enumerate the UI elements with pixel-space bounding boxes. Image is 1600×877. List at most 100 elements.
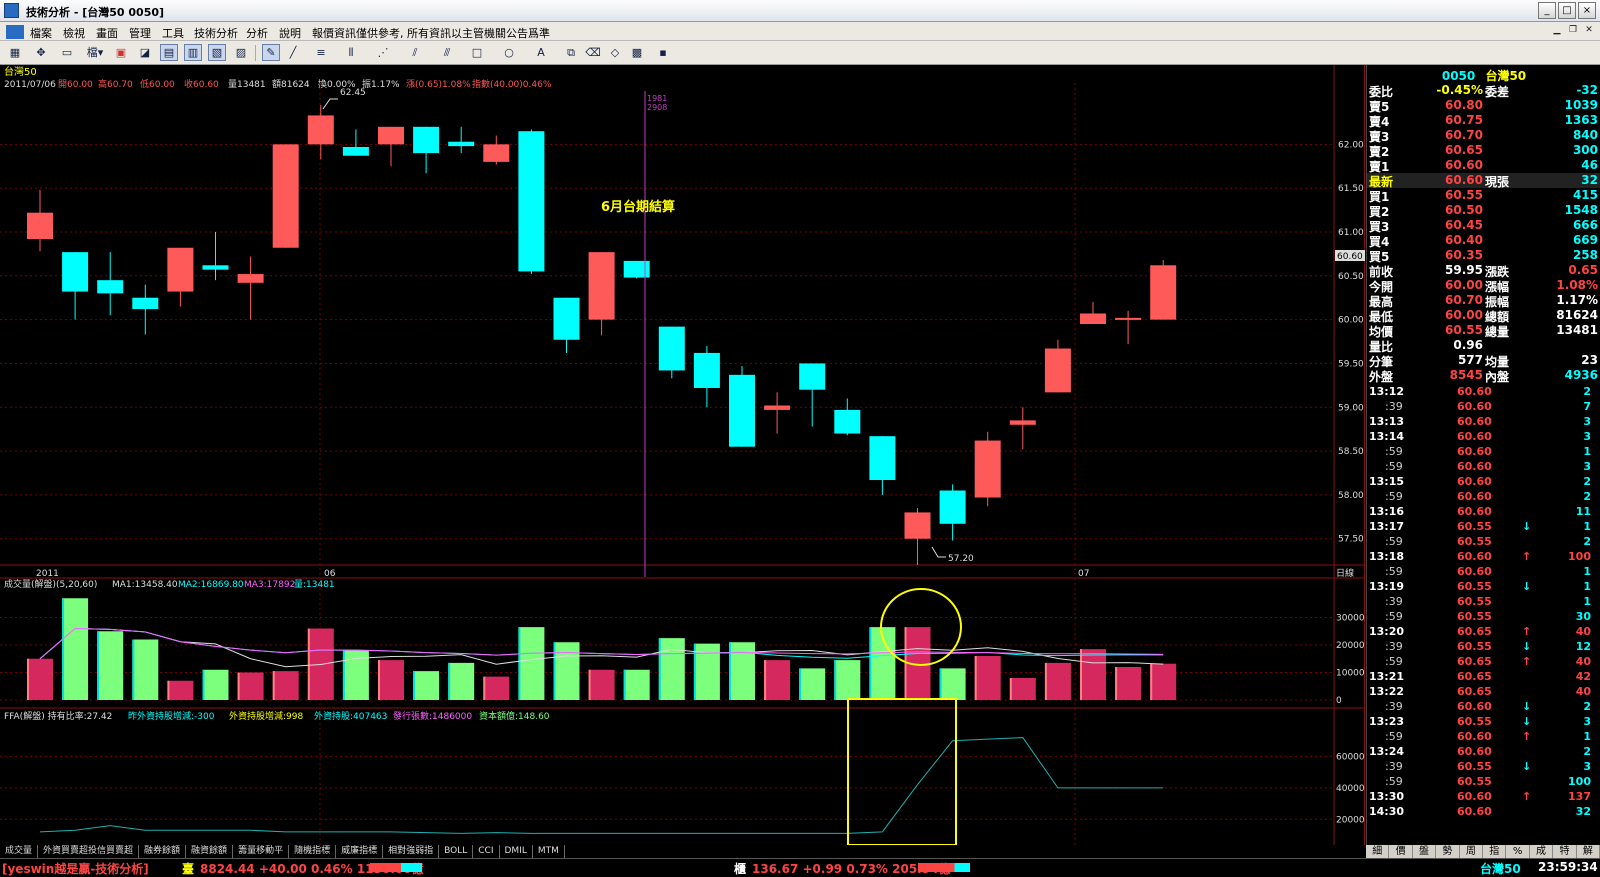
indicator-tab[interactable]: 成交量 <box>0 845 39 858</box>
line-tool-icon[interactable]: ╱ <box>284 44 302 61</box>
quote-row: 賣4 60.75 1363 <box>1367 113 1600 129</box>
rectangle-tool-icon[interactable]: □ <box>468 44 486 61</box>
info-chg: 漲(0.65)1.08% <box>406 79 471 90</box>
indicator-tab[interactable]: 隨機指標 <box>289 845 337 858</box>
quote-tab[interactable]: 盤 <box>1413 845 1437 858</box>
parallel-tool-icon[interactable]: ⫻ <box>438 44 456 61</box>
period-label: 檔 <box>86 46 98 59</box>
grid-tool-icon[interactable]: ⫽ <box>406 44 424 61</box>
tick-volume: 2 <box>1583 475 1591 488</box>
palette-icon[interactable]: ▩ <box>628 44 646 61</box>
status-bar: [yeswin越是贏-技術分析] 臺 8824.44 +40.00 0.46% … <box>0 858 1600 876</box>
tick-time: 13:18 <box>1369 550 1405 563</box>
volume-bar <box>413 671 440 700</box>
quote-tab[interactable]: 指 <box>1483 845 1507 858</box>
tick-volume: 3 <box>1583 760 1591 773</box>
tick-time: :39 <box>1385 640 1403 653</box>
mdi-close-button[interactable]: ✕ <box>1582 24 1596 38</box>
mdi-restore-button[interactable]: ❐ <box>1566 24 1580 38</box>
menu-view[interactable]: 檢視 <box>63 25 85 41</box>
tick-time: 13:16 <box>1369 505 1405 518</box>
quote-row: 最新 60.60 現張 32 <box>1367 173 1600 189</box>
quote-tab[interactable]: 特 <box>1553 845 1577 858</box>
indicator-tab[interactable]: 外資買賣超投信買賣超 <box>38 845 140 858</box>
tick-row: 13:18 60.60 ↑ 100 <box>1367 550 1600 565</box>
chart-a-icon[interactable]: ▣ <box>112 44 130 61</box>
quote-tab[interactable]: % <box>1506 845 1530 858</box>
menu-tools[interactable]: 工具 <box>162 25 184 41</box>
indicator-tab[interactable]: CCI <box>473 845 500 858</box>
status-twse-label: 臺 <box>182 862 195 876</box>
quote-tab[interactable]: 勢 <box>1436 845 1460 858</box>
chart-b-icon[interactable]: ◪ <box>136 44 154 61</box>
quote-row: 買2 60.50 1548 <box>1367 203 1600 219</box>
quote-value: 60.35 <box>1445 248 1483 262</box>
menu-help[interactable]: 說明 <box>279 25 301 41</box>
quote-panel: 0050 台灣50 委比 -0.45% 委差 -32 賣5 60.80 1039 賣4 60.7… <box>1366 65 1600 845</box>
clear-icon[interactable]: ◇ <box>606 44 624 61</box>
period-select[interactable]: 檔▾ <box>84 44 106 61</box>
draw-icon[interactable]: ✎ <box>262 44 280 61</box>
menu-analysis[interactable]: 分析 <box>246 25 268 41</box>
chart-f-icon[interactable]: ▨ <box>232 44 250 61</box>
menu-tech-analysis[interactable]: 技術分析 <box>194 25 238 41</box>
mdi-icon[interactable] <box>6 25 24 39</box>
hline-tool-icon[interactable]: ≡ <box>312 44 330 61</box>
rect-icon[interactable]: ▭ <box>58 44 76 61</box>
fan-tool-icon[interactable]: ⋰ <box>374 44 392 61</box>
tick-time: :59 <box>1385 655 1403 668</box>
indicator-tab[interactable]: BOLL <box>439 845 474 858</box>
maximize-button[interactable]: □ <box>1558 2 1576 19</box>
high-label: 62.45 <box>340 88 366 98</box>
menu-manage[interactable]: 管理 <box>129 25 151 41</box>
indicator-tab[interactable]: DMIL <box>500 845 533 858</box>
chart-c-icon[interactable]: ▤ <box>160 44 178 61</box>
menu-screen[interactable]: 畫面 <box>96 25 118 41</box>
quote-tab[interactable]: 解 <box>1577 845 1600 858</box>
volume-bar <box>974 656 1001 700</box>
quote-tab[interactable]: 周 <box>1460 845 1484 858</box>
indicator-tab[interactable]: MTM <box>533 845 565 858</box>
chart-e-icon[interactable]: ▧ <box>208 44 226 61</box>
text-tool-icon[interactable]: A <box>532 44 550 61</box>
candle-body <box>1115 317 1142 320</box>
tick-price: 60.55 <box>1457 535 1492 548</box>
close-button[interactable]: × <box>1578 2 1596 19</box>
quote-value-2: 4936 <box>1564 368 1598 382</box>
volume-bar <box>132 639 159 700</box>
quote-row: 買5 60.35 258 <box>1367 248 1600 264</box>
quote-tab[interactable]: 成 <box>1530 845 1554 858</box>
vline-tool-icon[interactable]: ⦀ <box>342 44 360 61</box>
volume-bar <box>553 642 580 700</box>
tick-row: :59 60.55 100 <box>1367 775 1600 790</box>
indicator-tab[interactable]: 融券餘額 <box>139 845 187 858</box>
ellipse-tool-icon[interactable]: ○ <box>500 44 518 61</box>
menu-file[interactable]: 檔案 <box>30 25 52 41</box>
indicator-tab[interactable]: 籌量移動平 <box>233 845 290 858</box>
quote-tab[interactable]: 細 <box>1366 845 1390 858</box>
tick-price: 60.55 <box>1457 610 1492 623</box>
tick-row: :59 60.60 1 <box>1367 565 1600 580</box>
eraser-icon[interactable]: ⌫ <box>584 44 602 61</box>
indicator-tab[interactable]: 威廉指標 <box>336 845 384 858</box>
volume-bar <box>1080 649 1106 700</box>
quote-tab[interactable]: 價 <box>1389 845 1413 858</box>
save-icon[interactable]: ▪ <box>654 44 672 61</box>
chart-area[interactable]: 台灣50 2011/07/06 開60.00 高60.70 低60.00 收60… <box>0 65 1365 845</box>
tick-time: 14:30 <box>1369 805 1405 818</box>
copy-icon[interactable]: ⧉ <box>562 44 580 61</box>
quote-value: 60.75 <box>1445 113 1483 127</box>
move-icon[interactable]: ✥ <box>32 44 50 61</box>
minimize-button[interactable]: _ <box>1538 2 1556 19</box>
tick-row: 13:22 60.65 40 <box>1367 685 1600 700</box>
quote-value: 60.65 <box>1445 143 1483 157</box>
mdi-minimize-button[interactable]: ▁ <box>1550 24 1564 38</box>
indicator-tab[interactable]: 融資餘額 <box>186 845 234 858</box>
layout-icon[interactable]: ▦ <box>6 44 24 61</box>
ffa-title: FFA(解盤) 持有比率:27.42 <box>4 710 112 722</box>
tick-volume: 3 <box>1583 715 1591 728</box>
x-label-07: 07 <box>1078 569 1089 579</box>
indicator-tab[interactable]: 相對強弱指 <box>383 845 440 858</box>
chart-d-icon[interactable]: ▥ <box>184 44 202 61</box>
quote-value-2: 840 <box>1572 128 1598 142</box>
